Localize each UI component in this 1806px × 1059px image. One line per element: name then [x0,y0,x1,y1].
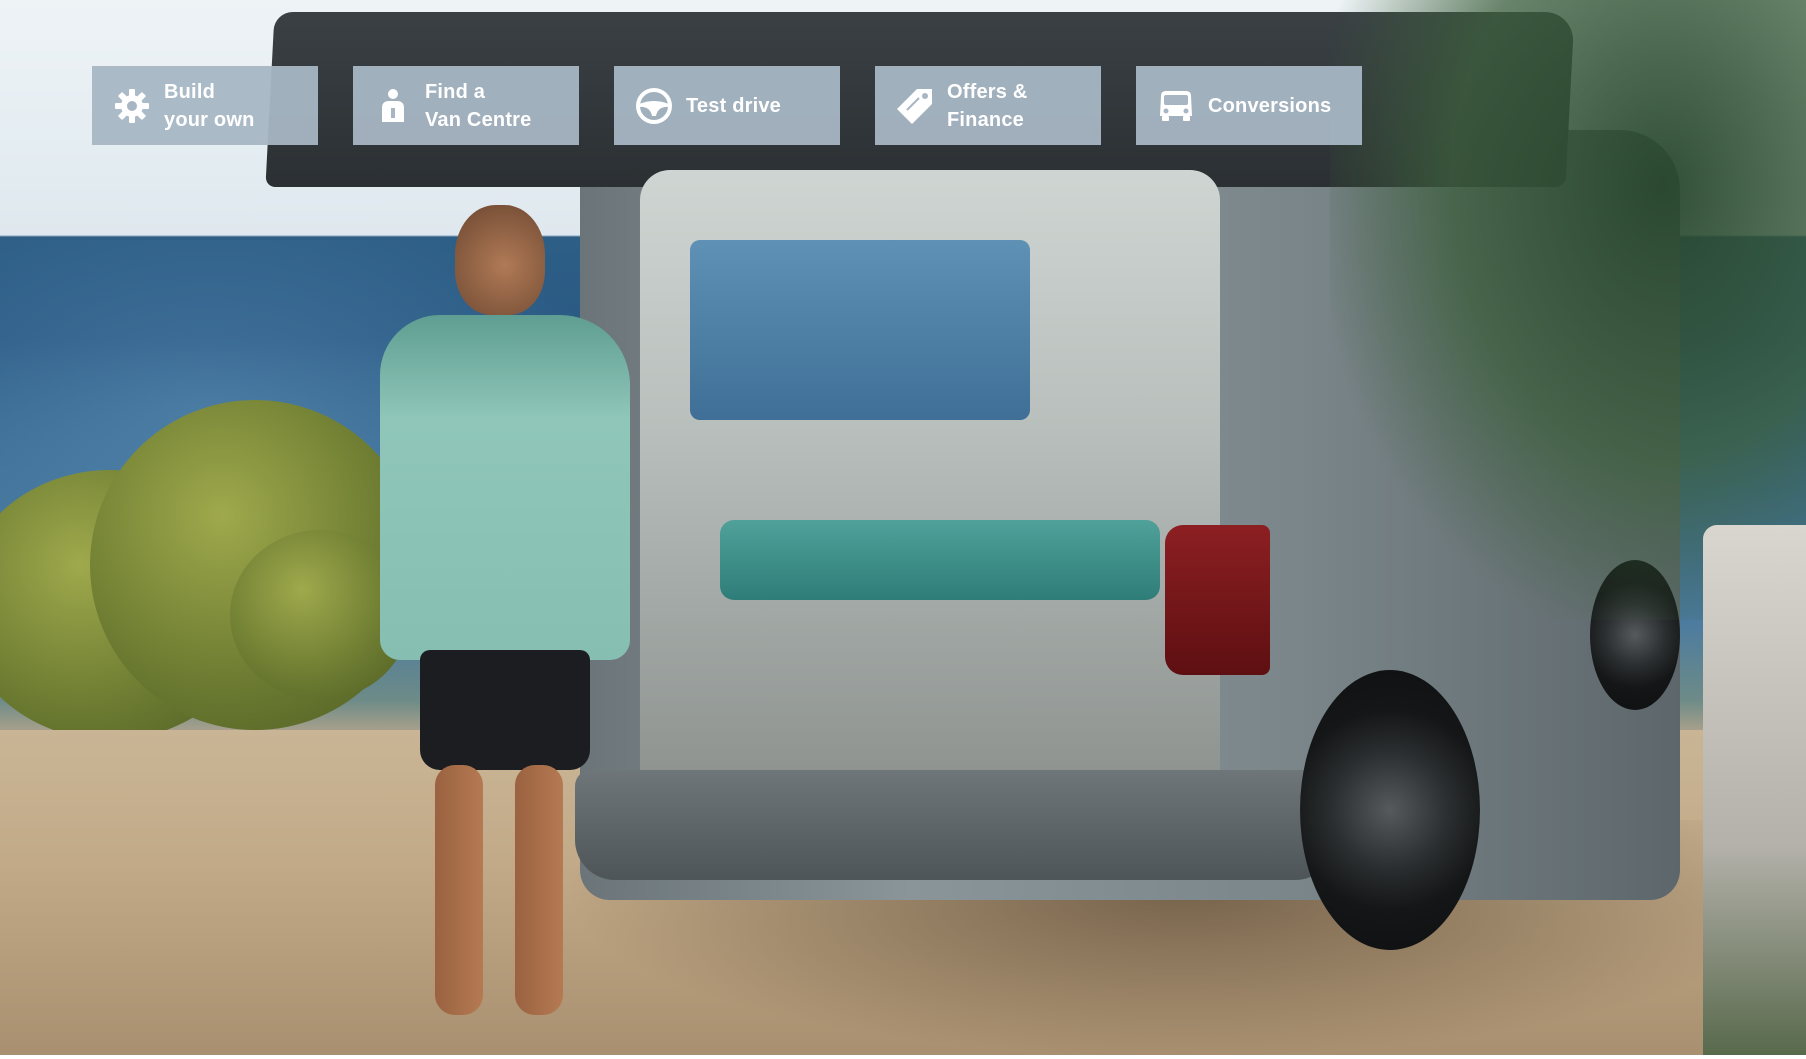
van-interior-window [690,240,1030,420]
quick-links-nav: Build your own Find a Van Centre Test dr… [92,66,1362,146]
van-taillight [1165,525,1270,675]
build-your-own-label: Build your own [164,80,255,131]
van-rear-wheel [1300,670,1480,950]
person-standing [380,205,640,1035]
van-icon [1156,86,1196,126]
person-shorts [420,650,590,770]
person-info-icon [373,86,413,126]
find-van-centre-label: Find a Van Centre [425,80,532,131]
gear-icon [112,86,152,126]
steering-wheel-icon [634,86,674,126]
van-bed-cushion [720,520,1160,600]
hero-image [0,0,1806,1059]
test-drive-button[interactable]: Test drive [614,66,840,145]
next-slide-preview[interactable] [1703,525,1806,1059]
person-leg-right [515,765,563,1015]
person-shirt [380,315,630,660]
page: Build your own Find a Van Centre Test dr… [0,0,1806,1059]
offers-finance-label: Offers & Finance [947,80,1028,131]
build-your-own-button[interactable]: Build your own [92,66,318,145]
offers-finance-button[interactable]: Offers & Finance [875,66,1101,145]
test-drive-label: Test drive [686,94,781,117]
person-head [455,205,545,315]
find-van-centre-button[interactable]: Find a Van Centre [353,66,579,145]
conversions-button[interactable]: Conversions [1136,66,1362,145]
conversions-label: Conversions [1208,94,1332,117]
price-tag-icon [895,86,935,126]
bottom-edge [0,1055,1806,1059]
person-leg-left [435,765,483,1015]
van-rear-bumper [575,770,1335,880]
